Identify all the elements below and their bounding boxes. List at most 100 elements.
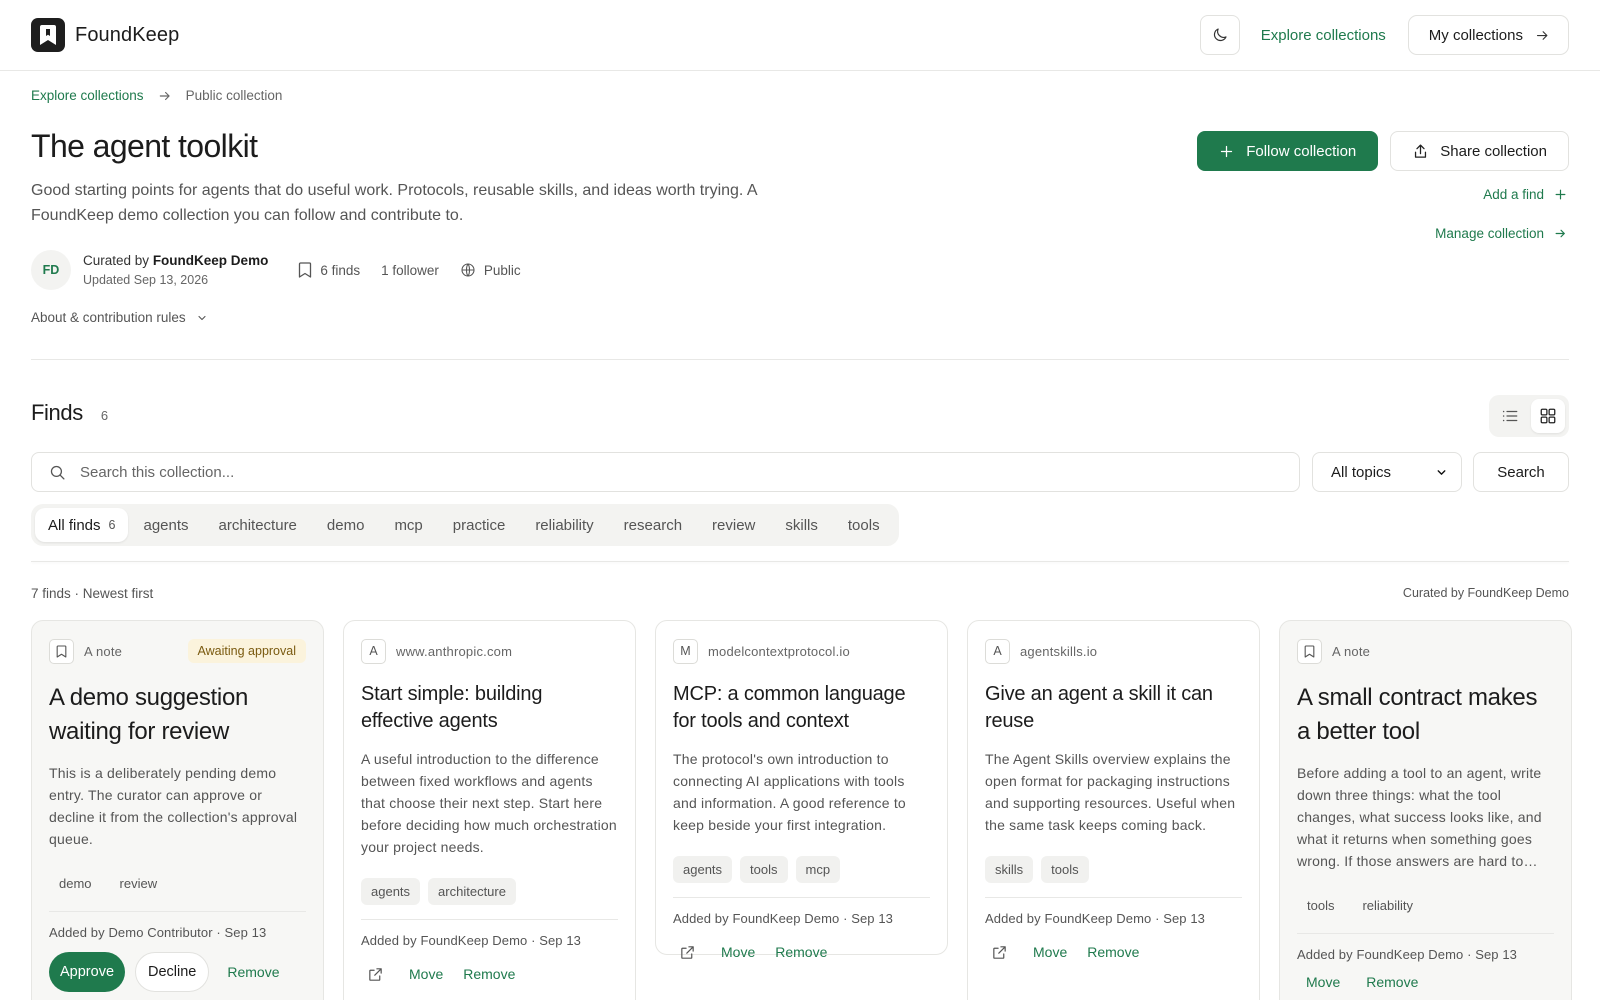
remove-button[interactable]: Remove: [1366, 974, 1418, 990]
updated-date: Updated Sep 13, 2026: [83, 273, 209, 287]
external-link-icon[interactable]: [673, 938, 701, 966]
section-divider: [31, 359, 1569, 360]
find-title[interactable]: A small contract makes a better tool: [1297, 681, 1554, 749]
find-card[interactable]: A note Awaiting approval A demo suggesti…: [31, 620, 324, 1000]
tab-practice[interactable]: practice: [438, 508, 521, 542]
breadcrumb-explore-link[interactable]: Explore collections: [31, 88, 144, 103]
find-tag[interactable]: agents: [361, 878, 421, 905]
find-title[interactable]: Start simple: building effective agents: [361, 681, 618, 735]
list-curator: Curated by FoundKeep Demo: [1402, 586, 1569, 600]
external-link-icon[interactable]: [985, 938, 1013, 966]
find-card[interactable]: A agentskills.io Give an agent a skill i…: [967, 620, 1260, 1000]
find-tag[interactable]: reliability: [1352, 892, 1423, 919]
share-collection-button[interactable]: Share collection: [1390, 131, 1569, 171]
about-label: About & contribution rules: [31, 310, 186, 325]
search-button[interactable]: Search: [1473, 452, 1569, 492]
move-button[interactable]: Move: [721, 944, 755, 960]
share-icon: [1415, 143, 1427, 158]
plus-icon: [1221, 145, 1233, 157]
remove-button[interactable]: Remove: [227, 964, 279, 980]
find-description: The Agent Skills overview explains the o…: [985, 751, 1236, 833]
tab-demo[interactable]: demo: [312, 508, 380, 542]
theme-toggle-button[interactable]: [1199, 15, 1240, 55]
topic-select-value: All topics: [1331, 463, 1392, 481]
find-source: modelcontextprotocol.io: [708, 643, 850, 659]
card-divider: [361, 919, 618, 920]
search-input[interactable]: [80, 463, 1260, 481]
find-tag[interactable]: mcp: [795, 856, 841, 883]
find-tag[interactable]: demo: [49, 870, 102, 897]
nav-explore-collections[interactable]: Explore collections: [1261, 27, 1386, 44]
visibility-status: Public: [460, 262, 521, 278]
manage-collection-link[interactable]: Manage collection: [1435, 226, 1567, 241]
find-card[interactable]: M modelcontextprotocol.io MCP: a common …: [655, 620, 948, 960]
curator-name[interactable]: FoundKeep Demo: [153, 253, 269, 268]
chevron-down-icon: [198, 315, 206, 320]
about-contribution-toggle[interactable]: About & contribution rules: [31, 310, 208, 325]
card-divider: [985, 897, 1242, 898]
find-tag[interactable]: tools: [1041, 856, 1089, 883]
avatar: FD: [31, 250, 71, 290]
finds-heading: Finds 6: [31, 400, 109, 425]
card-divider: [49, 911, 306, 912]
bookmark-logo-icon: [31, 18, 65, 52]
topic-select[interactable]: All topics: [1312, 452, 1462, 492]
find-card[interactable]: A note A small contract makes a better t…: [1279, 620, 1572, 1000]
decline-button[interactable]: Decline: [135, 952, 210, 992]
remove-button[interactable]: Remove: [775, 944, 827, 960]
follow-collection-button[interactable]: Follow collection: [1197, 131, 1379, 171]
find-tag[interactable]: tools: [740, 856, 788, 883]
find-title[interactable]: A demo suggestion waiting for review: [49, 681, 306, 749]
move-button[interactable]: Move: [1306, 974, 1340, 990]
tab-research[interactable]: research: [609, 508, 697, 542]
plus-icon: [1555, 189, 1566, 200]
grid-view-button[interactable]: [1531, 399, 1565, 433]
find-tag[interactable]: agents: [673, 856, 733, 883]
find-added-by: Added by FoundKeep Demo · Sep 13: [673, 911, 894, 926]
bookmark-icon: [49, 638, 74, 664]
find-added-by: Added by FoundKeep Demo · Sep 13: [1297, 947, 1518, 962]
breadcrumb: Explore collections Public collection: [31, 88, 282, 103]
tab-architecture[interactable]: architecture: [204, 508, 312, 542]
find-tag[interactable]: tools: [1297, 892, 1344, 919]
approve-button[interactable]: Approve: [49, 952, 126, 992]
arrow-right-icon: [1536, 30, 1548, 40]
find-added-by: Added by FoundKeep Demo · Sep 13: [985, 911, 1206, 926]
find-description: Before adding a tool to an agent, write …: [1297, 765, 1542, 869]
external-link-icon[interactable]: [361, 960, 389, 988]
list-summary: 7 finds · Newest first: [31, 586, 154, 601]
find-title[interactable]: MCP: a common language for tools and con…: [673, 681, 930, 735]
find-tag[interactable]: review: [110, 870, 168, 897]
status-badge: Awaiting approval: [187, 639, 306, 663]
tab-agents[interactable]: agents: [128, 508, 203, 542]
find-description: The protocol's own introduction to conne…: [673, 751, 906, 833]
tab-reliability[interactable]: reliability: [520, 508, 608, 542]
brand[interactable]: FoundKeep: [31, 18, 179, 52]
tab-tools[interactable]: tools: [833, 508, 895, 542]
topic-tabs: All finds 6 agents architecture demo mcp …: [31, 504, 899, 546]
find-title[interactable]: Give an agent a skill it can reuse: [985, 681, 1242, 735]
remove-button[interactable]: Remove: [463, 966, 515, 982]
remove-button[interactable]: Remove: [1087, 944, 1139, 960]
find-added-by: Added by FoundKeep Demo · Sep 13: [361, 933, 582, 948]
move-button[interactable]: Move: [1033, 944, 1067, 960]
brand-name: FoundKeep: [75, 23, 180, 46]
list-view-button[interactable]: [1493, 399, 1527, 433]
tab-mcp[interactable]: mcp: [379, 508, 437, 542]
add-find-link[interactable]: Add a find: [1483, 187, 1567, 202]
move-button[interactable]: Move: [409, 966, 443, 982]
tab-review[interactable]: review: [697, 508, 770, 542]
tab-skills[interactable]: skills: [770, 508, 833, 542]
find-source: A note: [84, 643, 123, 659]
my-collections-button[interactable]: My collections: [1407, 15, 1569, 55]
find-tag[interactable]: architecture: [428, 878, 516, 905]
bookmark-icon: [1297, 638, 1322, 664]
collection-description: Good starting points for agents that do …: [31, 182, 757, 224]
tabs-divider: [31, 561, 1569, 562]
search-box: [31, 452, 1300, 492]
find-card[interactable]: A www.anthropic.com Start simple: buildi…: [343, 620, 636, 1000]
find-tag[interactable]: skills: [985, 856, 1034, 883]
tab-all-finds[interactable]: All finds 6: [35, 508, 129, 542]
bookmark-icon: [299, 262, 312, 278]
globe-icon: [461, 263, 475, 277]
